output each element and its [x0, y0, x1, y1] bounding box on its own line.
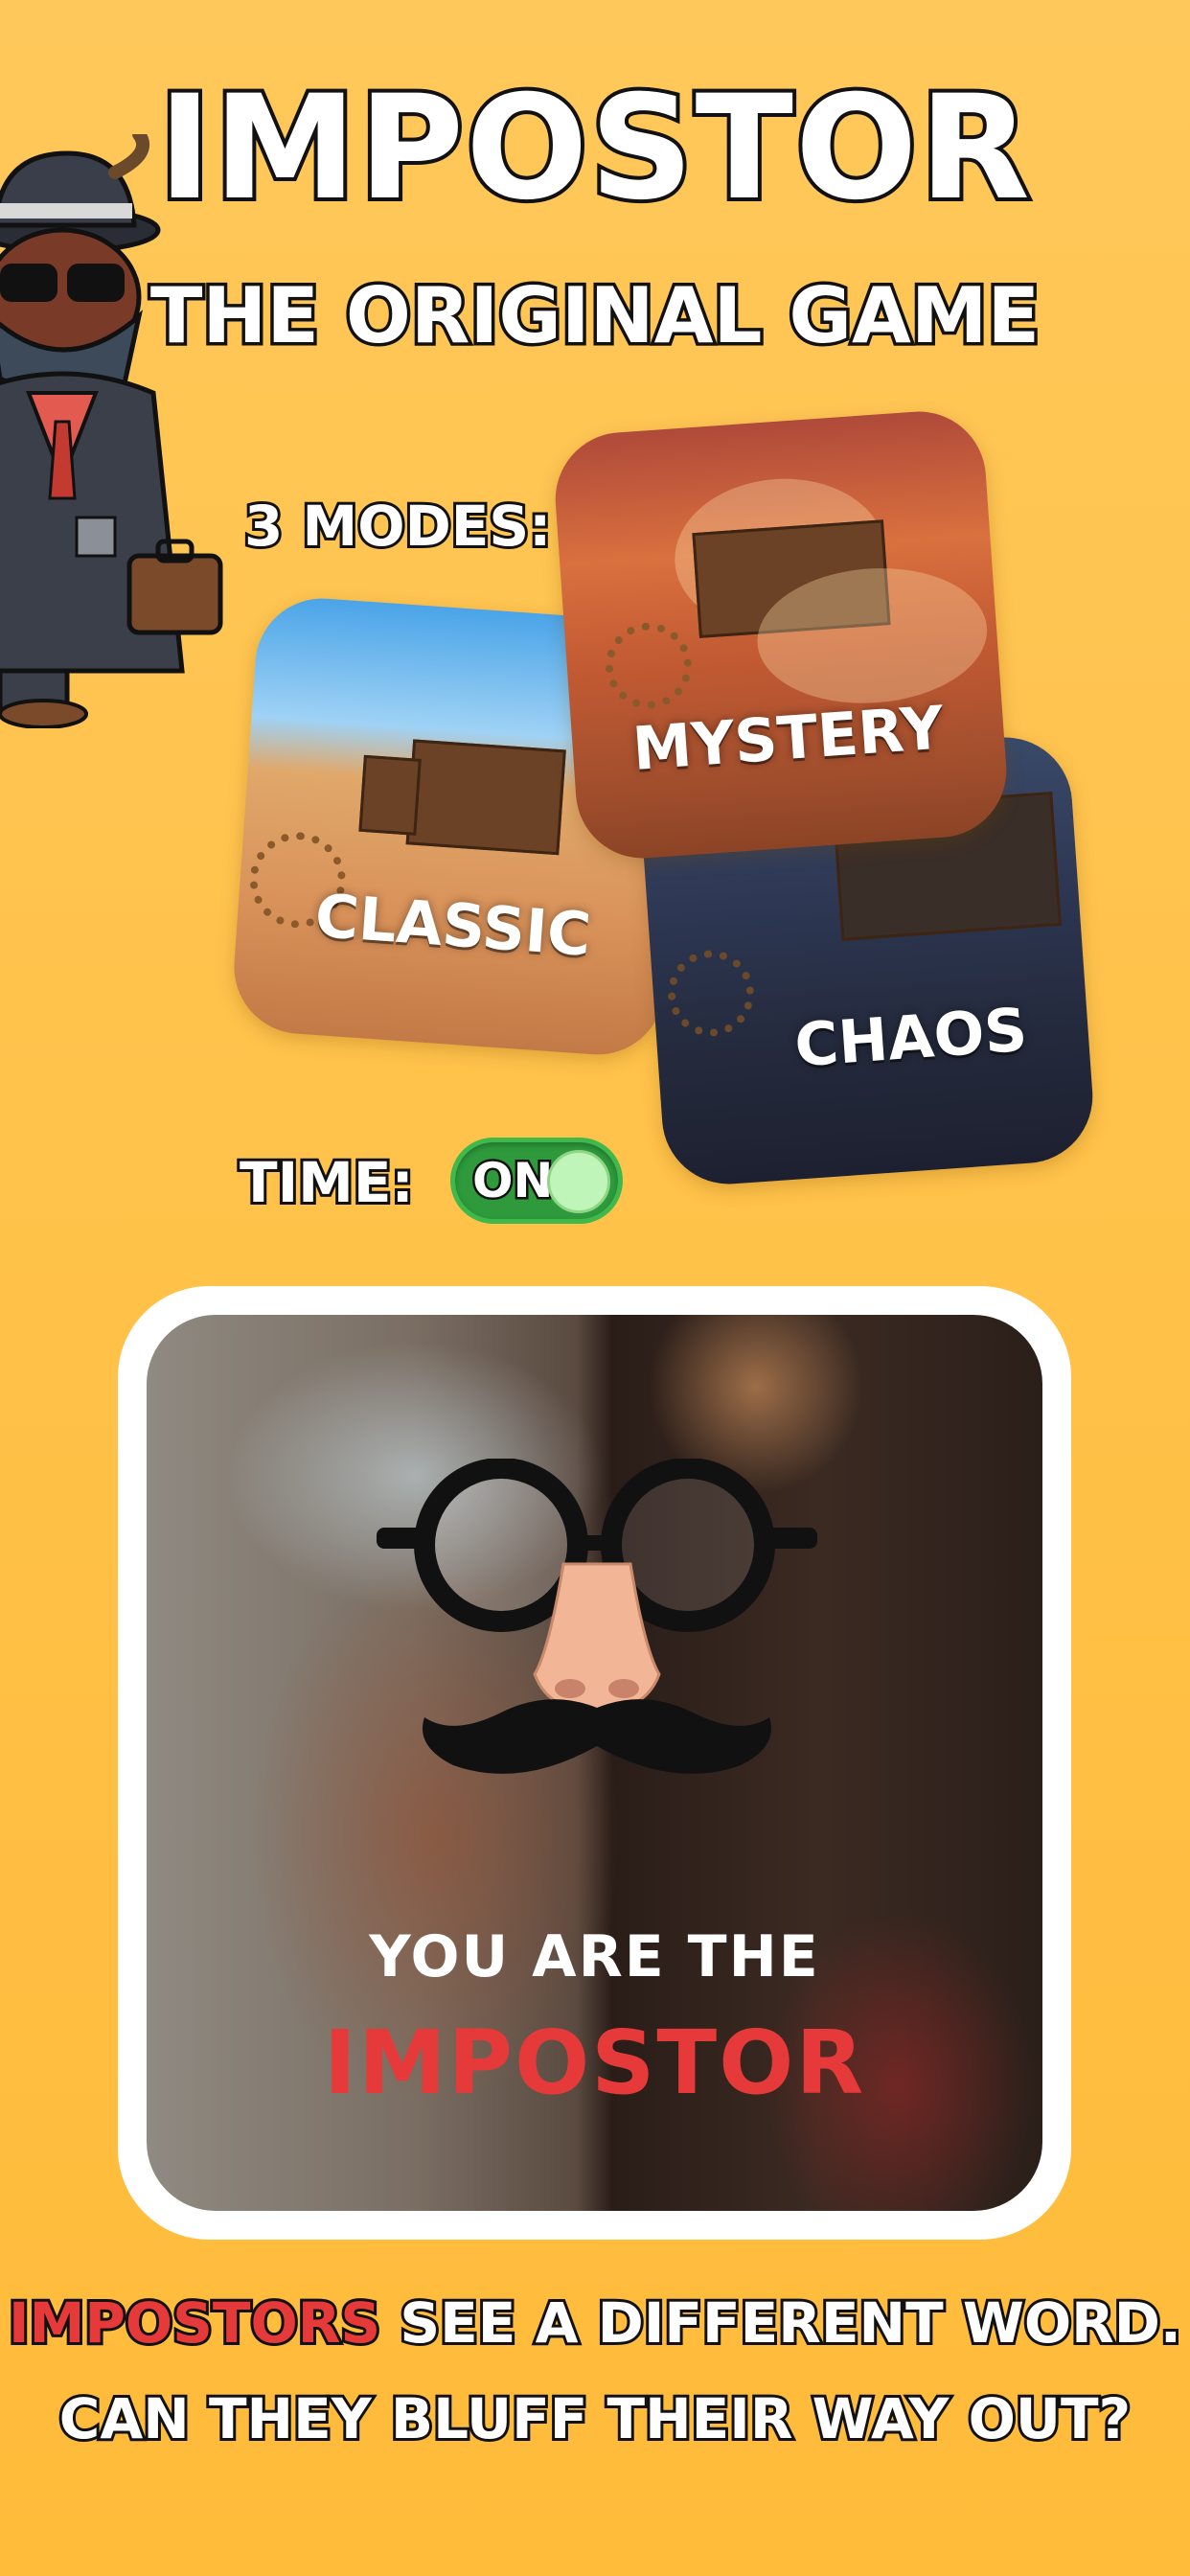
time-toggle-text: ON	[469, 1153, 555, 1208]
footer-highlight-word: IMPOSTORS	[6, 2290, 383, 2356]
footer-line-1-rest: SEE A DIFFERENT WORD.	[380, 2290, 1184, 2356]
mode-card-mystery[interactable]: MYSTERY	[551, 406, 1011, 863]
impostor-word: IMPOSTOR	[323, 2012, 866, 2114]
impostor-reveal-panel: YOU ARE THE IMPOSTOR	[118, 1286, 1071, 2240]
time-label: TIME:	[237, 1150, 417, 1215]
impostor-reveal-background: YOU ARE THE IMPOSTOR	[147, 1315, 1042, 2211]
mode-card-chaos-label: CHAOS	[792, 994, 1030, 1081]
you-are-the-text: YOU ARE THE	[369, 1923, 820, 1990]
time-toggle-knob	[547, 1150, 610, 1213]
footer-line-1: IMPOSTORS SEE A DIFFERENT WORD.	[0, 2292, 1190, 2354]
disguise-glasses-icon	[377, 1459, 817, 1774]
time-toggle[interactable]: ON	[450, 1138, 623, 1224]
mode-card-classic-label: CLASSIC	[312, 880, 594, 970]
footer-line-2: CAN THEY BLUFF THEIR WAY OUT?	[57, 2386, 1133, 2451]
bull-mascot-illustration	[0, 134, 223, 728]
modes-label: 3 MODES:	[241, 494, 554, 559]
